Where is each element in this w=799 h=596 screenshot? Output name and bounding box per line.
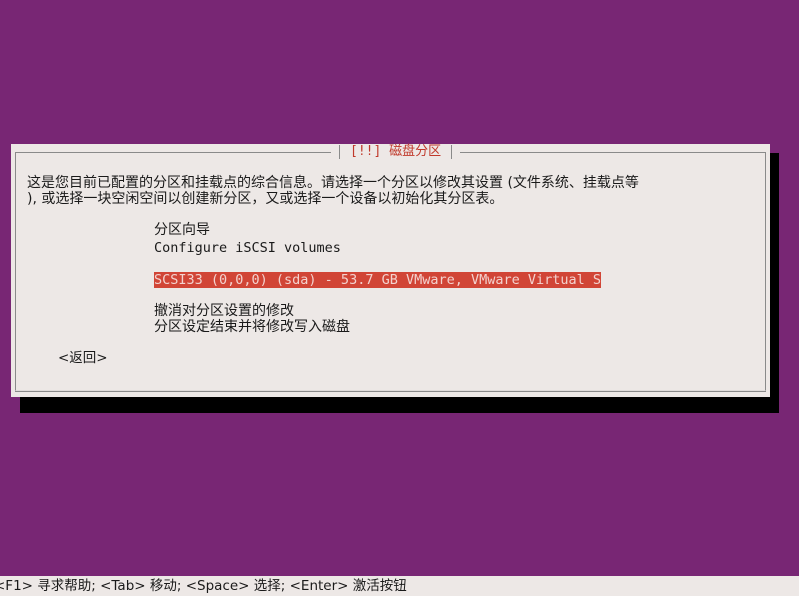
status-bar-help: <F1> 寻求帮助; <Tab> 移动; <Space> 选择; <Enter>… [0,576,799,596]
menu-item-finish-write-changes[interactable]: 分区设定结束并将修改写入磁盘 [154,319,350,335]
menu-item-configure-iscsi[interactable]: Configure iSCSI volumes [154,240,341,256]
partition-dialog: [!!] 磁盘分区 这是您目前已配置的分区和挂载点的综合信息。请选择一个分区以修… [11,144,770,397]
menu-item-undo-changes[interactable]: 撤消对分区设置的修改 [154,303,294,319]
back-button[interactable]: <返回> [58,350,108,366]
dialog-title: [!!] 磁盘分区 [350,144,442,159]
title-right-tick [451,145,453,159]
description-line-1: 这是您目前已配置的分区和挂载点的综合信息。请选择一个分区以修改其设置 (文件系统… [27,175,639,191]
dialog-title-bar: [!!] 磁盘分区 [331,144,461,160]
menu-item-guided-partitioning[interactable]: 分区向导 [154,222,210,238]
menu-item-disk-sda[interactable]: SCSI33 (0,0,0) (sda) - 53.7 GB VMware, V… [154,272,602,288]
description-line-2: ), 或选择一块空闲空间以创建新分区，又或选择一个设备以初始化其分区表。 [27,191,504,207]
dialog-description: 这是您目前已配置的分区和挂载点的综合信息。请选择一个分区以修改其设置 (文件系统… [27,175,767,207]
title-left-tick [339,145,340,159]
